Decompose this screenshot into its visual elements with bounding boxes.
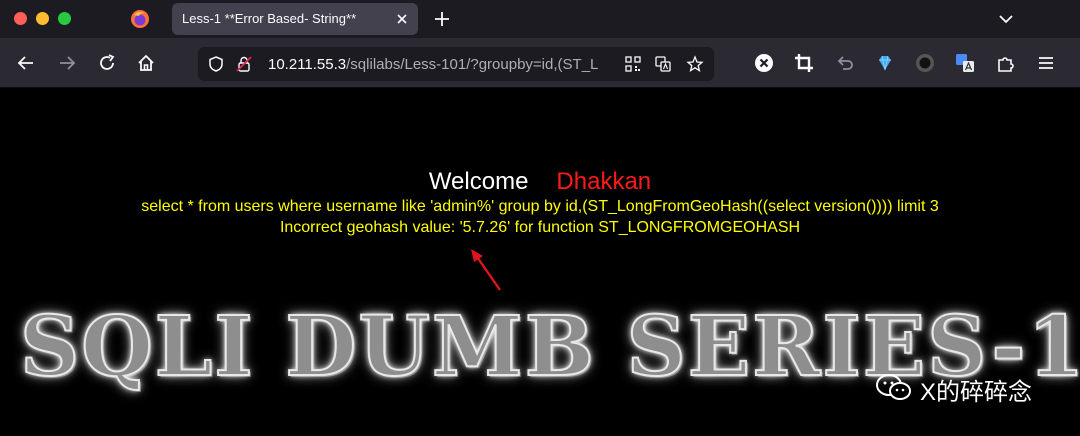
- user-name: Dhakkan: [556, 168, 652, 195]
- reload-icon[interactable]: [97, 53, 117, 73]
- translate-extension-icon[interactable]: [955, 53, 975, 73]
- navigation-toolbar: 10.211.55.3/sqlilabs/Less-101/?groupby=i…: [0, 38, 1080, 88]
- sql-query-text: select * from users where username like …: [141, 198, 939, 215]
- red-arrow-annotation: [471, 249, 501, 291]
- minimize-window-button[interactable]: [36, 12, 49, 25]
- url-text[interactable]: 10.211.55.3/sqlilabs/Less-101/?groupby=i…: [268, 56, 608, 73]
- forward-arrow-icon[interactable]: [57, 53, 77, 73]
- qr-code-icon[interactable]: [624, 55, 642, 73]
- firefox-icon: [131, 10, 149, 28]
- close-window-button[interactable]: [14, 12, 27, 25]
- star-icon[interactable]: [686, 55, 704, 73]
- watermark-text: X的碎碎念: [920, 379, 1033, 406]
- url-path: /sqlilabs/Less-101/?groupby=id,(ST_L: [346, 56, 599, 73]
- menu-icon[interactable]: [1036, 53, 1056, 73]
- new-tab-icon[interactable]: [432, 9, 452, 29]
- close-icon[interactable]: [394, 11, 410, 27]
- x-extension-icon[interactable]: [754, 53, 774, 73]
- chevron-down-icon[interactable]: [996, 9, 1016, 29]
- lock-warning-icon[interactable]: [235, 55, 253, 73]
- back-arrow-icon[interactable]: [16, 53, 36, 73]
- error-message: Incorrect geohash value: '5.7.26' for fu…: [279, 219, 801, 236]
- wechat-icon: [876, 374, 911, 400]
- crop-icon[interactable]: [794, 53, 814, 73]
- url-host: 10.211.55.3: [268, 56, 347, 73]
- home-icon[interactable]: [136, 53, 156, 73]
- watermark: X的碎碎念: [874, 370, 1074, 406]
- tab-active[interactable]: Less-1 **Error Based- String**: [172, 3, 418, 35]
- translate-icon[interactable]: [654, 55, 672, 73]
- url-bar[interactable]: 10.211.55.3/sqlilabs/Less-101/?groupby=i…: [198, 47, 714, 81]
- puzzle-icon[interactable]: [996, 53, 1016, 73]
- zoom-window-button[interactable]: [58, 12, 71, 25]
- diamond-icon[interactable]: [875, 53, 895, 73]
- circle-extension-icon[interactable]: [915, 53, 935, 73]
- welcome-text: Welcome: [428, 168, 529, 195]
- undo-icon[interactable]: [835, 53, 855, 73]
- welcome-line: Welcome Dhakkan: [0, 168, 1080, 196]
- tab-strip: Less-1 **Error Based- String**: [0, 0, 1080, 38]
- page-content: Welcome Dhakkan select * from users where…: [0, 88, 1080, 436]
- tab-title: Less-1 **Error Based- String**: [182, 11, 357, 26]
- shield-icon[interactable]: [207, 55, 225, 73]
